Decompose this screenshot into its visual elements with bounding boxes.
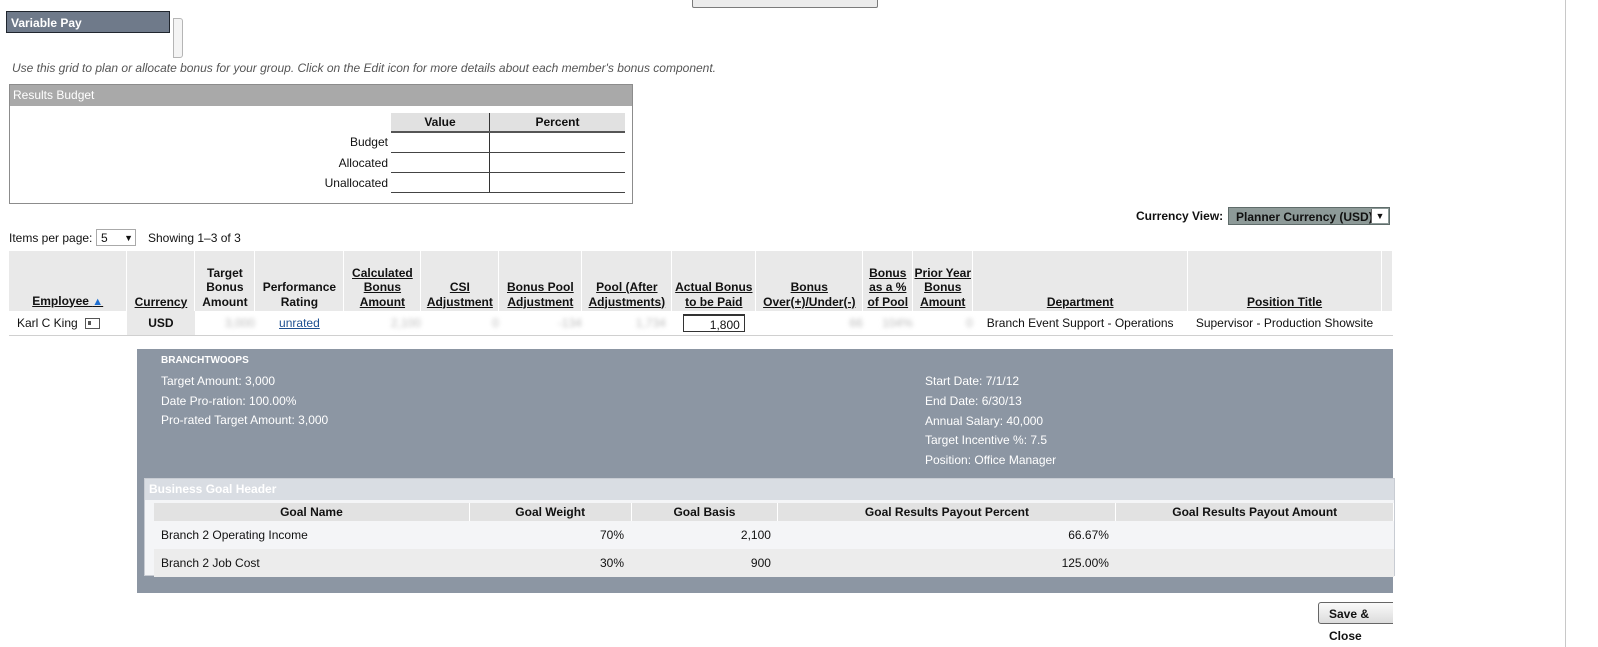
col-prior-year-bonus[interactable]: Prior Year Bonus Amount — [912, 251, 974, 311]
table-row: Branch 2 Operating Income 70% 2,100 66.6… — [154, 521, 1394, 549]
performance-rating-cell: unrated — [254, 311, 344, 336]
results-budget-table: Value Percent Budget Allocated Unallocat… — [10, 113, 625, 193]
page-title: Variable Pay — [6, 11, 170, 33]
col-performance-rating: Performance Rating — [254, 251, 345, 311]
panel-collapse-handle[interactable] — [173, 18, 183, 58]
target-amount: Target Amount: 3,000 — [161, 374, 276, 388]
budget-col-percent: Percent — [489, 113, 625, 133]
currency-view-select[interactable]: Planner Currency (USD) ▼ — [1228, 207, 1390, 225]
goal-name: Branch 2 Job Cost — [154, 549, 470, 577]
dropdown-arrow-icon[interactable]: ▼ — [1371, 209, 1388, 223]
budget-row-label: Unallocated — [324, 175, 388, 190]
goal-col-name: Goal Name — [154, 503, 470, 521]
goal-table: Goal Name Goal Weight Goal Basis Goal Re… — [154, 503, 1394, 577]
results-budget-panel: Results Budget Value Percent Budget Allo… — [9, 84, 633, 204]
budget-percent-cell — [489, 132, 625, 153]
col-department[interactable]: Department — [972, 251, 1189, 311]
currency-cell: USD — [126, 311, 195, 336]
business-goal-panel: Business Goal Header Goal Name Goal Weig… — [144, 478, 1395, 577]
goal-col-payout-amount: Goal Results Payout Amount — [1115, 503, 1394, 521]
intro-text: Use this grid to plan or allocate bonus … — [12, 61, 717, 75]
currency-view-value: Planner Currency (USD) — [1236, 210, 1373, 224]
currency-view-label: Currency View: — [1136, 209, 1224, 223]
calculated-bonus-cell: 2,100 — [343, 311, 421, 336]
col-pool-after-adjustments[interactable]: Pool (After Adjustments) — [581, 251, 673, 311]
prior-year-cell: 0 — [912, 311, 973, 336]
goal-payout-percent: 125.00% — [777, 549, 1116, 577]
results-budget-title: Results Budget — [10, 85, 632, 106]
department-cell: Branch Event Support - Operations — [972, 311, 1188, 336]
page-divider — [1565, 0, 1566, 647]
end-date: End Date: 6/30/13 — [925, 394, 1022, 408]
col-pct-of-pool[interactable]: Bonus as a % of Pool — [862, 251, 914, 311]
business-goal-header: Business Goal Header — [145, 479, 1394, 500]
goal-payout-amount — [1116, 521, 1394, 549]
goal-payout-amount — [1115, 549, 1394, 577]
target-bonus-cell: 3,000 — [194, 311, 255, 336]
goal-payout-percent: 66.67% — [1068, 528, 1109, 542]
start-date: Start Date: 7/1/12 — [925, 374, 1020, 388]
col-csi-adjustment[interactable]: CSI Adjustment — [420, 251, 500, 311]
col-actual-bonus[interactable]: Actual Bonus to be Paid — [671, 251, 757, 311]
target-incentive: Target Incentive %: 7.5 — [925, 433, 1048, 447]
col-currency[interactable]: Currency — [126, 251, 196, 311]
budget-percent-cell — [489, 172, 625, 193]
goal-basis: 900 — [631, 549, 778, 577]
sort-ascending-icon[interactable]: ▲ — [92, 296, 103, 308]
annual-salary: Annual Salary: 40,000 — [925, 414, 1044, 428]
budget-row-label: Budget — [349, 135, 388, 150]
goal-basis: 2,100 — [740, 528, 771, 542]
col-employee[interactable]: Employee ▲ — [9, 251, 128, 311]
employee-cell: Karl C King — [9, 311, 127, 336]
pool-after-cell: 1,734 — [581, 311, 672, 336]
items-per-page-value: 5 — [101, 231, 108, 245]
items-per-page-label: Items per page: — [9, 231, 93, 245]
top-toolbar-button[interactable] — [692, 0, 878, 8]
date-proration: Date Pro-ration: 100.00% — [161, 394, 297, 408]
budget-value-cell — [391, 152, 490, 173]
col-over-under[interactable]: Bonus Over(+)/Under(-) — [755, 251, 864, 311]
performance-rating-link[interactable]: unrated — [279, 316, 320, 330]
actual-bonus-cell: 1,800 — [671, 311, 756, 336]
over-under-cell: 66 — [755, 311, 863, 336]
col-position-title[interactable]: Position Title — [1187, 251, 1382, 311]
employee-card-icon[interactable] — [85, 318, 101, 330]
actual-bonus-input[interactable]: 1,800 — [682, 314, 745, 332]
budget-col-value: Value — [391, 113, 490, 133]
budget-row-label: Allocated — [338, 155, 388, 170]
prorated-target-amount: Pro-rated Target Amount: 3,000 — [161, 413, 329, 427]
goal-col-payout-percent: Goal Results Payout Percent — [777, 503, 1117, 521]
pool-adjustment-cell: -134 — [498, 311, 582, 336]
table-row: Karl C King USD 3,000 unrated 2,100 0 -1… — [9, 311, 1393, 336]
goal-col-weight: Goal Weight — [469, 503, 632, 521]
plan-name: BRANCHTWOOPS — [161, 355, 249, 366]
budget-percent-cell — [489, 152, 625, 173]
items-per-page-select[interactable]: 5 ▼ — [96, 229, 136, 246]
goal-weight: 30% — [469, 549, 632, 577]
col-more — [1381, 251, 1393, 311]
budget-row: Budget — [10, 132, 625, 153]
position-title-cell: Supervisor - Production Showsite — [1187, 311, 1382, 336]
budget-value-cell — [391, 132, 490, 153]
pct-of-pool-cell: 104% — [862, 311, 913, 336]
bonus-grid: Employee ▲ Currency Target Bonus Amount … — [9, 251, 1393, 341]
dropdown-arrow-icon: ▼ — [124, 233, 133, 243]
employee-name: Karl C King — [17, 316, 78, 330]
viewport-clip — [1393, 590, 1598, 647]
position-detail: Position: Office Manager — [925, 453, 1057, 467]
goal-name: Branch 2 Operating Income — [161, 528, 308, 542]
col-bonus-pool-adjustment[interactable]: Bonus Pool Adjustment — [498, 251, 583, 311]
col-target-bonus: Target Bonus Amount — [194, 251, 256, 311]
budget-row: Unallocated — [10, 172, 625, 193]
col-calculated-bonus[interactable]: Calculated Bonus Amount — [343, 251, 422, 311]
bonus-detail-panel: BRANCHTWOOPS Target Amount: 3,000 Date P… — [137, 349, 1395, 593]
table-row: Branch 2 Job Cost 30% 900 125.00% — [154, 549, 1394, 577]
goal-weight: 70% — [600, 528, 625, 542]
showing-count: Showing 1–3 of 3 — [148, 231, 241, 245]
csi-adjustment-cell: 0 — [420, 311, 499, 336]
budget-value-cell — [391, 172, 490, 193]
goal-col-basis: Goal Basis — [631, 503, 779, 521]
budget-row: Allocated — [10, 152, 625, 173]
save-close-button[interactable]: Save & Close — [1318, 602, 1398, 643]
